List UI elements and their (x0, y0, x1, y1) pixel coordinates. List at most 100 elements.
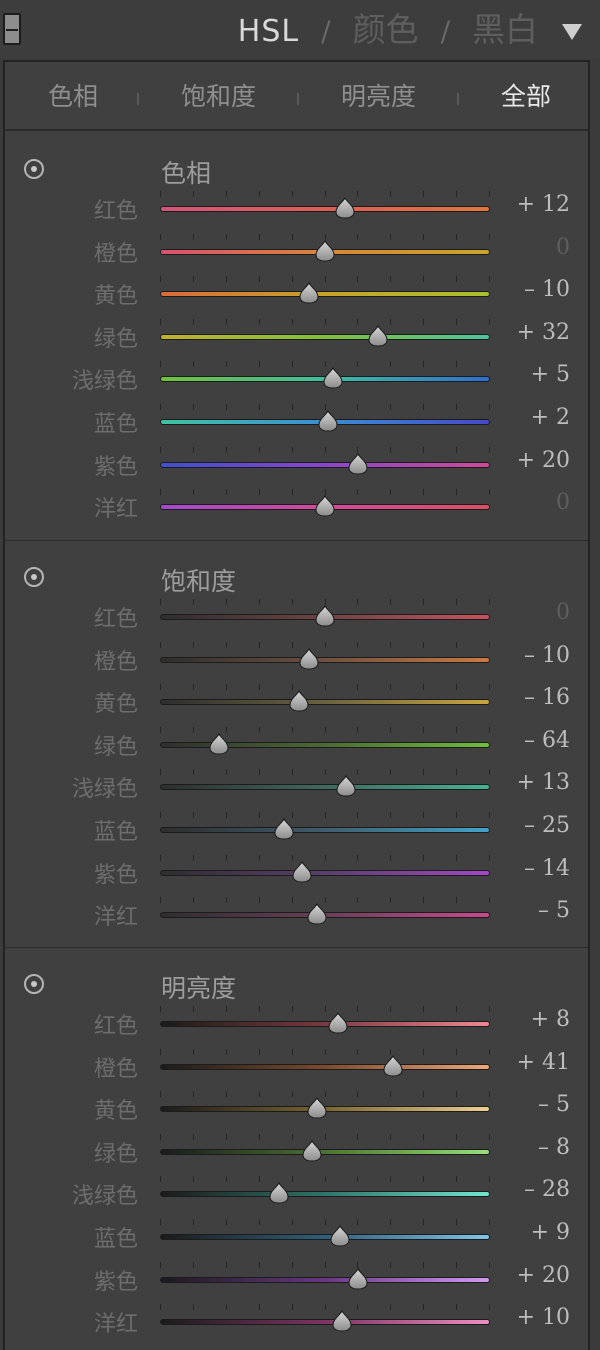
slider-track[interactable] (160, 291, 490, 298)
slider-thumb[interactable] (368, 324, 388, 347)
subtab-hue[interactable]: 色相 (48, 83, 98, 111)
slider-ticks (160, 1133, 490, 1144)
slider-thumb[interactable] (348, 452, 368, 475)
subtab-saturation[interactable]: 饱和度 (181, 83, 256, 111)
slider-row: 橙色 – 10 (5, 638, 588, 680)
slider-value[interactable]: 0 (510, 490, 570, 515)
panel-toggle-icon[interactable] (3, 13, 21, 45)
slider-row: 洋红 – 5 (5, 893, 588, 935)
slider-value[interactable]: + 2 (510, 405, 570, 430)
slider-track[interactable] (160, 656, 490, 663)
tab-color[interactable]: 颜色 (353, 12, 419, 48)
slider-row: 洋红 + 10 (5, 1300, 588, 1342)
slider-value[interactable]: + 41 (510, 1050, 570, 1075)
slider-label: 洋红 (93, 497, 138, 523)
slider-thumb[interactable] (298, 282, 319, 304)
slider-label: 浅绿色 (71, 777, 138, 803)
slider-track[interactable] (160, 869, 490, 876)
slider-thumb[interactable] (315, 239, 335, 262)
triangle-down-icon[interactable] (562, 24, 582, 40)
slider-thumb[interactable] (323, 367, 343, 389)
slider-thumb[interactable] (348, 1267, 368, 1290)
header-separator: / (440, 15, 450, 48)
target-adjustment-icon[interactable] (24, 159, 44, 179)
tab-black-white[interactable]: 黑白 (472, 12, 538, 48)
slider-thumb[interactable] (307, 1097, 327, 1119)
slider-track[interactable] (160, 1234, 490, 1240)
slider-row: 红色 0 (5, 595, 588, 637)
target-adjustment-icon[interactable] (24, 974, 44, 994)
slider-value[interactable]: + 20 (510, 1263, 570, 1288)
slider-value[interactable]: + 10 (510, 1305, 570, 1330)
slider-thumb[interactable] (289, 690, 309, 712)
slider-track[interactable] (160, 1021, 490, 1027)
slider-row: 黄色 – 10 (5, 272, 588, 314)
slider-value[interactable]: + 32 (510, 320, 570, 345)
slider-thumb[interactable] (315, 495, 335, 517)
slider-value[interactable]: – 5 (510, 898, 570, 923)
slider-track[interactable] (160, 1148, 490, 1155)
slider-value[interactable]: + 8 (510, 1007, 570, 1032)
target-adjustment-icon[interactable] (24, 567, 44, 587)
slider-label: 绿色 (93, 1141, 138, 1167)
slider-track[interactable] (160, 699, 490, 706)
slider-value[interactable]: + 12 (510, 192, 570, 217)
slider-thumb[interactable] (292, 860, 312, 883)
slider-thumb[interactable] (307, 903, 327, 925)
slider-track[interactable] (160, 1319, 490, 1326)
slider-thumb[interactable] (335, 197, 355, 219)
slider-value[interactable]: + 13 (510, 770, 570, 795)
slider-row: 绿色 – 8 (5, 1130, 588, 1172)
section-title: 明亮度 (161, 974, 237, 1003)
slider-value[interactable]: – 10 (510, 643, 570, 668)
slider-label: 橙色 (93, 1056, 138, 1082)
slider-thumb[interactable] (330, 1225, 350, 1247)
slider-row: 浅绿色 + 13 (5, 765, 588, 807)
slider-value[interactable]: – 8 (510, 1135, 570, 1160)
slider-value[interactable]: – 25 (510, 813, 570, 838)
slider-thumb[interactable] (383, 1054, 403, 1077)
slider-track[interactable] (160, 206, 490, 212)
slider-label: 蓝色 (93, 412, 138, 437)
slider-row: 橙色 0 (5, 230, 588, 272)
slider-row: 浅绿色 + 5 (5, 357, 588, 399)
slider-value[interactable]: – 16 (510, 685, 570, 710)
slider-thumb[interactable] (274, 818, 294, 840)
slider-value[interactable]: – 10 (510, 277, 570, 302)
slider-value[interactable]: – 5 (510, 1092, 570, 1117)
slider-track[interactable] (160, 333, 490, 340)
tab-hsl[interactable]: HSL (238, 14, 299, 50)
slider-value[interactable]: 0 (510, 235, 570, 260)
slider-track[interactable] (160, 1276, 490, 1283)
slider-ticks (160, 1261, 490, 1272)
slider-thumb[interactable] (318, 410, 338, 432)
slider-value[interactable]: + 5 (510, 362, 570, 387)
slider-track[interactable] (160, 784, 490, 791)
slider-thumb[interactable] (336, 775, 356, 797)
slider-track[interactable] (160, 1063, 490, 1070)
slider-label: 紫色 (93, 862, 138, 888)
slider-value[interactable]: 0 (510, 600, 570, 625)
slider-track[interactable] (160, 1191, 490, 1198)
slider-thumb[interactable] (209, 732, 229, 755)
subtab-luminance[interactable]: 明亮度 (341, 83, 416, 111)
slider-thumb[interactable] (328, 1012, 348, 1034)
slider-thumb[interactable] (269, 1182, 289, 1204)
slider-thumb[interactable] (315, 605, 335, 627)
slider-row: 紫色 + 20 (5, 443, 588, 485)
subtab-all[interactable]: 全部 (501, 83, 551, 111)
slider-track[interactable] (160, 461, 490, 468)
slider-ticks (160, 318, 490, 329)
subtab-divider (457, 93, 459, 105)
slider-value[interactable]: – 28 (510, 1177, 570, 1202)
section-title: 饱和度 (161, 567, 237, 596)
slider-thumb[interactable] (298, 647, 319, 670)
slider-value[interactable]: – 64 (510, 728, 570, 753)
slider-track[interactable] (160, 827, 490, 833)
slider-value[interactable]: + 20 (510, 448, 570, 473)
slider-value[interactable]: – 14 (510, 856, 570, 881)
slider-value[interactable]: + 9 (510, 1220, 570, 1245)
slider-ticks (160, 854, 490, 865)
slider-thumb[interactable] (331, 1310, 352, 1332)
slider-thumb[interactable] (302, 1139, 322, 1162)
